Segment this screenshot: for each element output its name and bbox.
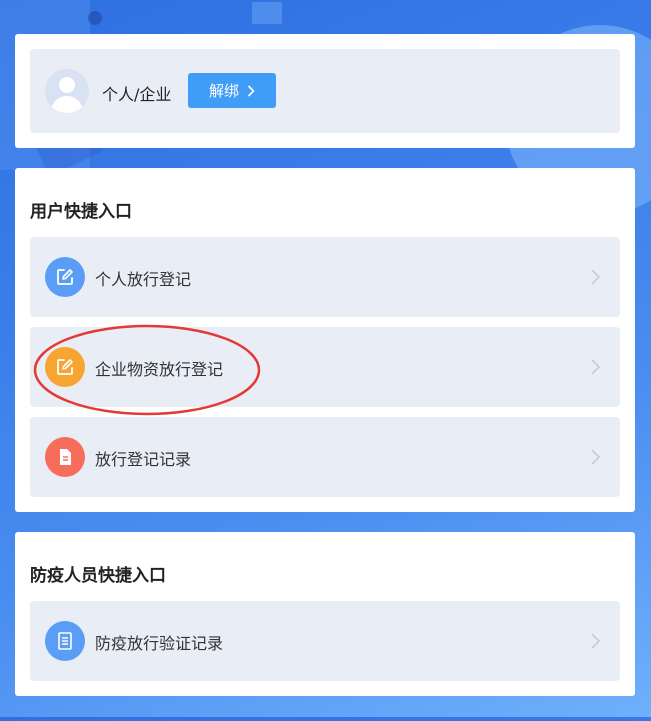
edit-icon	[45, 257, 85, 297]
entry-personal-release[interactable]: 个人放行登记	[30, 237, 620, 317]
entry-release-records[interactable]: 放行登记记录	[30, 417, 620, 497]
chevron-right-icon	[247, 84, 255, 97]
unbind-label: 解绑	[208, 82, 239, 100]
entry-label: 防疫放行验证记录	[95, 634, 224, 653]
epidemic-staff-entry-card: 防疫人员快捷入口 防疫放行验证记录	[15, 532, 635, 696]
chevron-right-icon	[591, 359, 600, 375]
list-document-icon	[45, 621, 85, 661]
entry-epidemic-verification-records[interactable]: 防疫放行验证记录	[30, 601, 620, 681]
entry-label: 个人放行登记	[95, 270, 192, 289]
chevron-right-icon	[591, 269, 600, 285]
avatar	[45, 69, 89, 113]
entry-label: 放行登记记录	[95, 450, 192, 469]
profile-name: 个人/企业	[102, 85, 172, 104]
highlight-ellipse	[33, 324, 261, 416]
document-icon	[45, 437, 85, 477]
profile-card: 个人/企业 解绑	[15, 34, 635, 148]
section-title-epidemic: 防疫人员快捷入口	[30, 566, 166, 586]
unbind-button[interactable]: 解绑	[188, 73, 276, 108]
chevron-right-icon	[591, 633, 600, 649]
chevron-right-icon	[591, 449, 600, 465]
profile-panel: 个人/企业 解绑	[30, 49, 620, 133]
section-title-user: 用户快捷入口	[30, 202, 132, 222]
